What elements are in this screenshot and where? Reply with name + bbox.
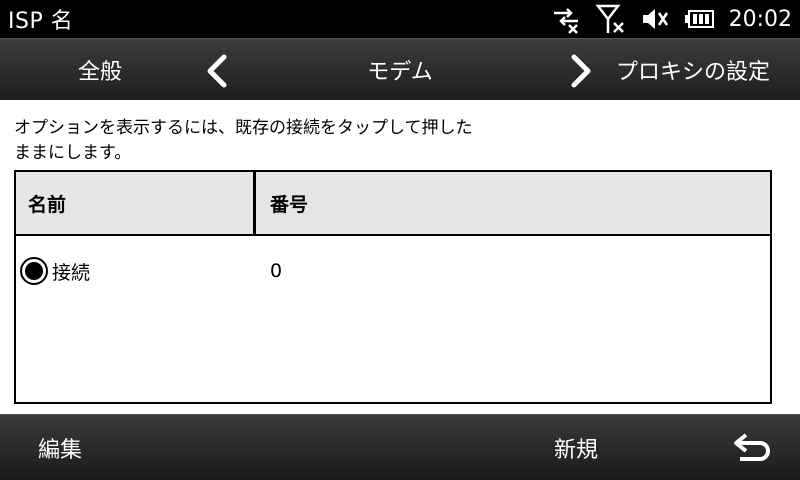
status-title: ISP 名 <box>8 9 74 34</box>
radio-button[interactable] <box>20 257 48 285</box>
content-area: オプションを表示するには、既存の接続をタップして押したままにします。 名前 番号… <box>0 100 800 414</box>
table-header: 名前 番号 <box>16 172 770 236</box>
tab-next[interactable]: プロキシの設定 <box>616 39 770 101</box>
connection-table: 名前 番号 接続 0 <box>14 170 772 404</box>
connection-name: 接続 <box>52 261 91 284</box>
chevron-left-icon[interactable] <box>204 54 230 88</box>
new-button[interactable]: 新規 <box>554 415 598 480</box>
instruction-text: オプションを表示するには、既存の接続をタップして押したままにします。 <box>14 118 473 163</box>
status-bar: ISP 名 20:02 <box>0 0 800 38</box>
speaker-muted-icon <box>642 9 668 29</box>
signal-off-icon <box>595 4 624 33</box>
softkey-bar: 編集 新規 <box>0 414 800 480</box>
radio-selected-dot <box>25 262 43 280</box>
data-sync-icon <box>553 8 578 34</box>
column-header-number[interactable]: 番号 <box>256 172 770 234</box>
connection-number: 0 <box>270 260 283 282</box>
tab-header: モデム 全般 プロキシの設定 <box>0 38 800 100</box>
column-header-name[interactable]: 名前 <box>16 172 256 234</box>
tab-previous[interactable]: 全般 <box>78 39 122 101</box>
battery-icon <box>684 10 714 28</box>
table-row[interactable]: 接続 0 <box>16 236 770 306</box>
back-arrow-icon[interactable] <box>732 429 774 465</box>
status-icons: 20:02 <box>551 3 792 35</box>
row-name-cell: 接続 <box>16 257 256 285</box>
chevron-right-icon[interactable] <box>568 54 594 88</box>
edit-button[interactable]: 編集 <box>38 415 82 480</box>
status-time: 20:02 <box>728 6 792 32</box>
